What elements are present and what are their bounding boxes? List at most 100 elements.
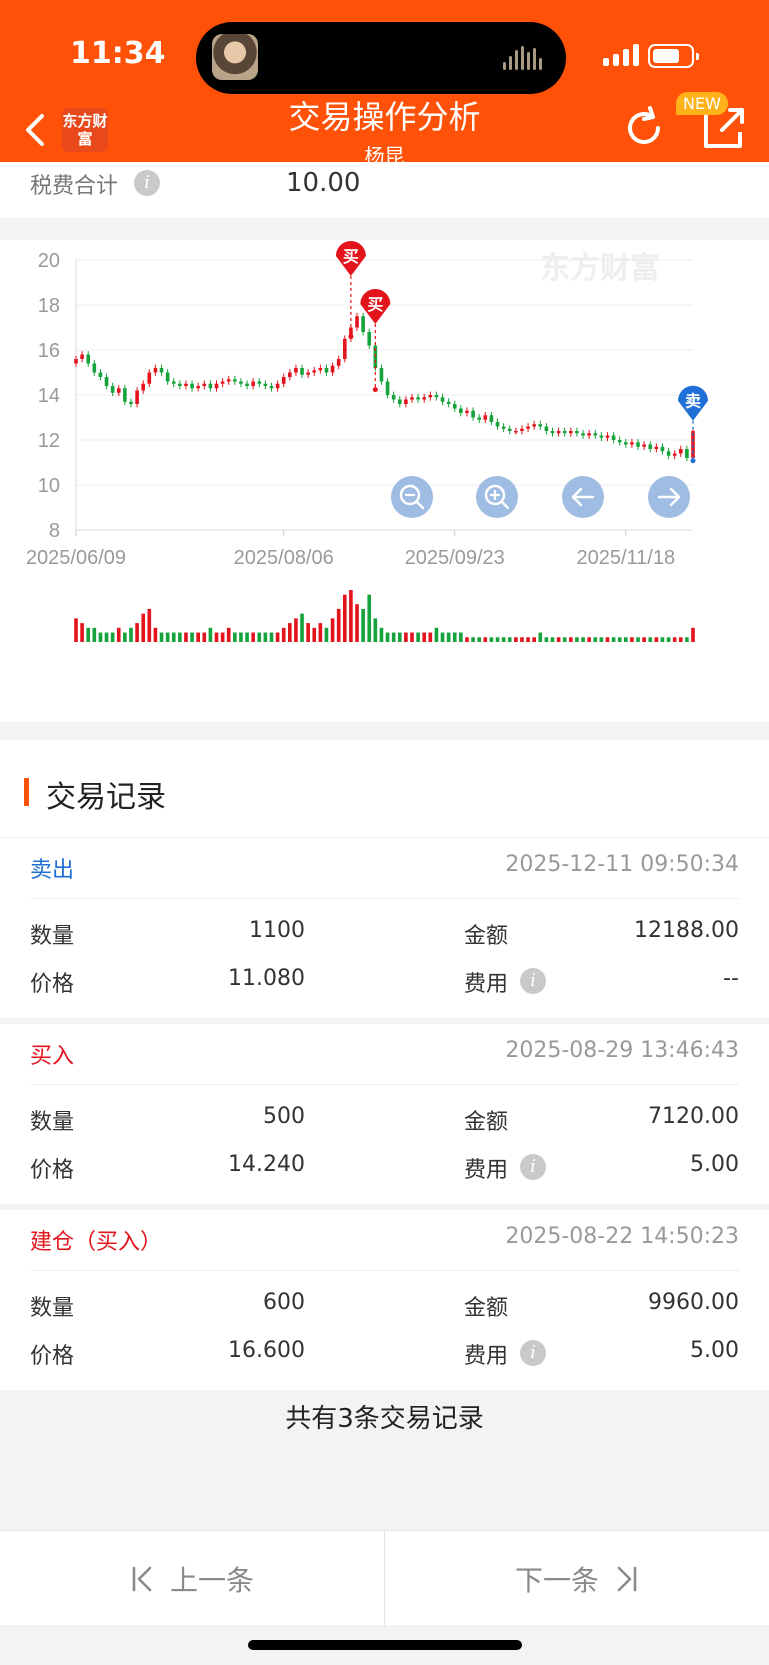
info-icon[interactable]: i bbox=[520, 1340, 546, 1366]
section-accent-bar bbox=[24, 778, 29, 806]
trade-record[interactable]: 卖出 2025-12-11 09:50:34 数量 1100 金额 12188.… bbox=[0, 838, 769, 1018]
volume-bar bbox=[605, 637, 610, 642]
candle bbox=[422, 397, 427, 400]
zoom-out-button bbox=[391, 476, 433, 518]
candle bbox=[336, 359, 341, 366]
candle bbox=[489, 415, 494, 422]
volume-bar bbox=[287, 623, 292, 642]
candle bbox=[190, 383, 194, 389]
candle bbox=[672, 453, 677, 456]
volume-bar bbox=[501, 637, 506, 642]
volume-bar bbox=[208, 627, 213, 642]
volume-bar bbox=[691, 627, 695, 642]
candle bbox=[287, 372, 292, 377]
y-tick-label: 8 bbox=[49, 520, 60, 542]
candle bbox=[159, 368, 164, 373]
candle bbox=[544, 426, 549, 431]
volume-bar bbox=[654, 637, 659, 642]
prev-record-button[interactable]: 上一条 bbox=[0, 1531, 384, 1626]
chart-watermark: 东方财富 bbox=[540, 251, 660, 285]
candle bbox=[275, 383, 280, 389]
candle bbox=[318, 368, 323, 371]
candle bbox=[330, 365, 335, 373]
qty-label: 数量 bbox=[30, 1296, 75, 1321]
fee-label: 费用 bbox=[464, 972, 509, 997]
record-pager: 上一条 下一条 bbox=[0, 1530, 769, 1626]
volume-bar bbox=[672, 637, 677, 642]
info-icon[interactable]: i bbox=[520, 968, 546, 994]
info-icon[interactable]: i bbox=[134, 170, 160, 196]
amount-label: 金额 bbox=[464, 924, 509, 949]
info-icon[interactable]: i bbox=[520, 1154, 546, 1180]
battery-icon bbox=[648, 44, 699, 68]
x-tick-label: 2025/09/23 bbox=[405, 547, 505, 569]
volume-bar bbox=[159, 632, 164, 642]
volume-bar bbox=[660, 637, 665, 642]
qty-value: 1100 bbox=[249, 918, 305, 943]
candle bbox=[306, 372, 310, 375]
candle bbox=[135, 390, 139, 404]
volume-bar bbox=[404, 632, 408, 642]
volume-bar bbox=[385, 632, 390, 642]
candle bbox=[80, 354, 84, 359]
volume-bar bbox=[471, 637, 475, 642]
candle bbox=[434, 395, 439, 398]
candle bbox=[171, 381, 176, 384]
y-tick-label: 12 bbox=[38, 430, 60, 452]
price-label: 价格 bbox=[30, 1344, 75, 1369]
candle bbox=[178, 383, 182, 386]
candle bbox=[300, 368, 304, 375]
candle bbox=[556, 431, 561, 434]
candle bbox=[391, 395, 396, 400]
candle bbox=[471, 410, 475, 418]
marker-point bbox=[690, 458, 696, 464]
candle bbox=[226, 379, 231, 382]
candle bbox=[483, 415, 488, 420]
next-record-label: 下一条 bbox=[514, 1563, 599, 1597]
volume-bar bbox=[245, 632, 249, 642]
refresh-button[interactable] bbox=[620, 104, 668, 152]
volume-bar bbox=[648, 637, 653, 642]
trade-record[interactable]: 建仓（买入） 2025-08-22 14:50:23 数量 600 金额 996… bbox=[0, 1210, 769, 1390]
candle bbox=[520, 428, 524, 431]
candle bbox=[294, 368, 298, 373]
volume-bar bbox=[80, 623, 84, 642]
candle bbox=[452, 404, 457, 409]
volume-bar bbox=[178, 632, 182, 642]
volume-bar bbox=[507, 637, 512, 642]
candle bbox=[605, 435, 610, 438]
candle bbox=[110, 386, 115, 393]
status-time: 11:34 bbox=[70, 36, 166, 71]
candle bbox=[98, 372, 103, 377]
next-record-button[interactable]: 下一条 bbox=[385, 1531, 769, 1626]
candle bbox=[410, 397, 414, 400]
volume-bar bbox=[587, 637, 591, 642]
candle bbox=[569, 431, 573, 434]
record-time: 2025-12-11 09:50:34 bbox=[505, 852, 739, 877]
volume-bar bbox=[306, 623, 310, 642]
volume-bar bbox=[190, 632, 194, 642]
price-label: 价格 bbox=[30, 972, 75, 997]
volume-bar bbox=[220, 632, 225, 642]
volume-bar bbox=[550, 637, 555, 642]
kline-chart[interactable]: 东方财富 20 18 16 14 12 10 8 2025/06/09 2025/08/06 202… bbox=[0, 240, 769, 722]
zoom-in-button bbox=[476, 476, 518, 518]
volume-bar bbox=[74, 618, 78, 642]
volume-bar bbox=[367, 594, 372, 642]
candle bbox=[147, 372, 152, 384]
volume-bar bbox=[483, 637, 488, 642]
volume-bar bbox=[355, 604, 359, 642]
volume-bar bbox=[312, 627, 317, 642]
candle bbox=[263, 383, 268, 386]
price-value: 16.600 bbox=[228, 1338, 305, 1363]
y-tick-label: 16 bbox=[38, 340, 60, 362]
fee-total-label: 税费合计 bbox=[30, 174, 119, 199]
candle bbox=[239, 381, 243, 384]
x-tick-label: 2025/06/09 bbox=[26, 547, 126, 569]
candle bbox=[593, 433, 598, 436]
volume-bar bbox=[92, 627, 97, 642]
volume-bar bbox=[630, 637, 634, 642]
volume-bar bbox=[581, 637, 585, 642]
trade-record[interactable]: 买入 2025-08-29 13:46:43 数量 500 金额 7120.00… bbox=[0, 1024, 769, 1204]
volume-bar bbox=[251, 632, 255, 642]
